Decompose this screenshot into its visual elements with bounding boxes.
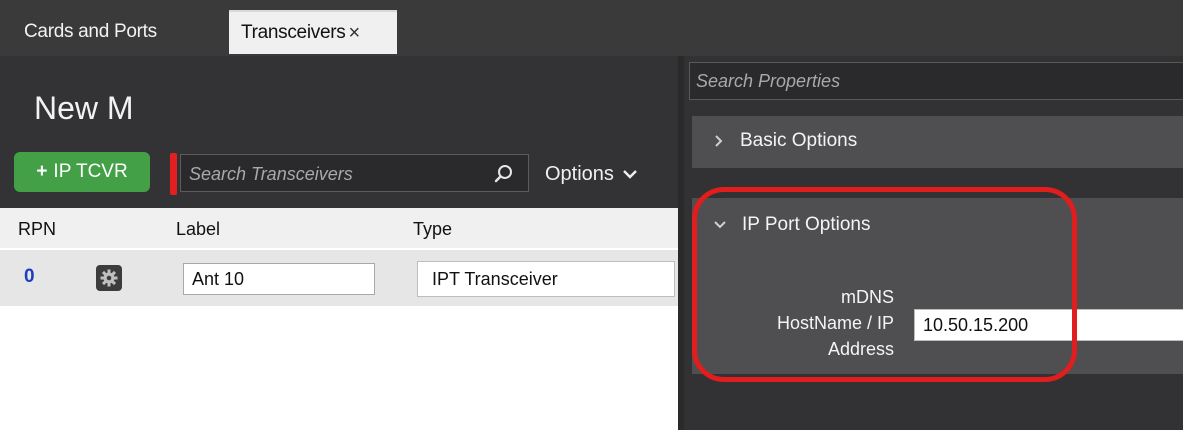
type-value: IPT Transceiver: [432, 268, 558, 289]
section-ip-port-options: IP Port Options mDNS HostName / IP Addre…: [692, 198, 1183, 374]
settings-button[interactable]: [96, 265, 122, 291]
section-title: Basic Options: [740, 130, 858, 151]
section-header[interactable]: IP Port Options: [714, 214, 871, 236]
column-header-rpn[interactable]: RPN: [18, 219, 56, 240]
section-header[interactable]: Basic Options: [714, 130, 857, 152]
tab-cards-and-ports[interactable]: Cards and Ports: [6, 10, 218, 54]
close-icon[interactable]: ×: [348, 23, 360, 43]
column-header-type[interactable]: Type: [413, 219, 452, 240]
type-select[interactable]: IPT Transceiver: [417, 261, 675, 297]
annotation-marker: [170, 153, 177, 195]
chevron-down-icon: [714, 221, 726, 229]
transceivers-toolbar-panel: New M + IP TCVR Options: [0, 56, 678, 208]
table-row[interactable]: 0 IPT Transceiver: [0, 250, 678, 306]
options-dropdown[interactable]: Options: [545, 156, 638, 192]
chevron-right-icon: [715, 135, 723, 147]
search-transceivers-box[interactable]: [180, 154, 529, 193]
label-line: mDNS: [841, 287, 894, 307]
add-ip-tcvr-button[interactable]: + IP TCVR: [14, 152, 150, 192]
add-button-label: IP TCVR: [53, 161, 128, 182]
plus-icon: +: [36, 161, 48, 182]
table-header: RPN Label Type: [0, 208, 678, 248]
chevron-down-icon: [623, 170, 637, 179]
tab-label: Transceivers: [241, 22, 346, 43]
column-header-label[interactable]: Label: [176, 219, 220, 240]
properties-panel: Basic Options IP Port Options mDNS HostN…: [684, 56, 1183, 430]
tab-label: Cards and Ports: [24, 21, 157, 42]
section-title: IP Port Options: [742, 214, 871, 235]
search-icon[interactable]: [493, 163, 515, 185]
label-line: HostName / IP: [776, 313, 894, 333]
search-properties-input[interactable]: [690, 63, 1183, 99]
mdns-hostname-input[interactable]: [914, 309, 1183, 341]
gear-icon: [100, 269, 118, 287]
tab-transceivers[interactable]: Transceivers ×: [229, 10, 397, 54]
rpn-value[interactable]: 0: [24, 266, 35, 288]
search-transceivers-input[interactable]: [187, 155, 481, 193]
section-basic-options[interactable]: Basic Options: [692, 116, 1183, 168]
options-label: Options: [545, 162, 614, 185]
tab-bar: Cards and Ports Transceivers ×: [0, 0, 1183, 56]
label-field[interactable]: [183, 263, 375, 295]
mdns-hostname-label: mDNS HostName / IP Address: [762, 284, 894, 362]
label-line: Address: [827, 339, 894, 359]
page-title: New M: [34, 90, 134, 126]
search-properties-box[interactable]: [689, 62, 1183, 100]
